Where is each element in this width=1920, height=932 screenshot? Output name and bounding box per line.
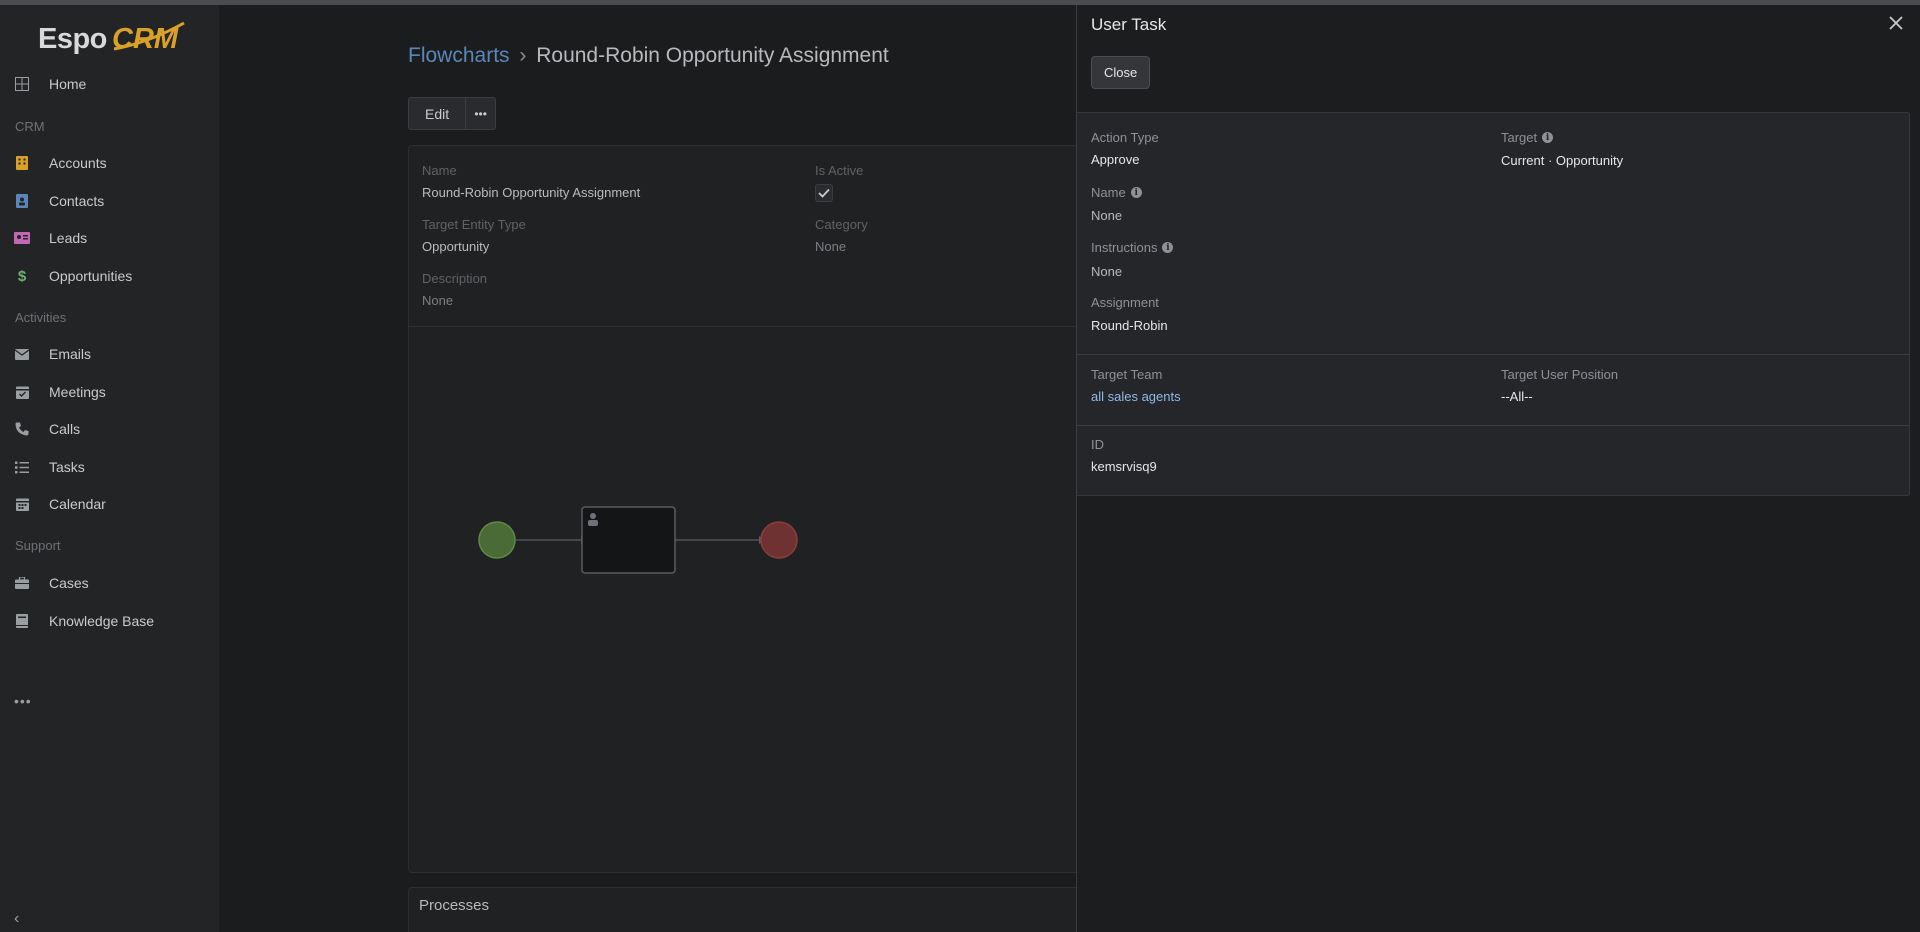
sidebar-item-label: Accounts [49, 155, 107, 171]
sidebar-item-label: Calendar [49, 496, 106, 512]
sidebar-item-label: Knowledge Base [49, 613, 155, 629]
sidebar-item-knowledge-base[interactable]: Knowledge Base [0, 606, 219, 636]
field-label-instructions: Instructions i [1091, 240, 1174, 255]
sidebar-item-label: Meetings [49, 384, 106, 400]
sidebar-more-icon[interactable]: ••• [14, 693, 32, 709]
contact-card-icon [14, 193, 30, 209]
field-value-target: Current · Opportunity [1501, 153, 1624, 168]
start-event[interactable] [478, 521, 516, 559]
envelope-icon [14, 346, 30, 362]
calendar-icon [14, 496, 30, 512]
field-label-action-type: Action Type [1091, 130, 1159, 145]
field-label-id: ID [1091, 437, 1104, 452]
sidebar-item-label: Contacts [49, 193, 105, 209]
sidebar-collapse-chevron-icon[interactable]: ‹ [14, 910, 19, 928]
divider [1077, 354, 1909, 355]
sidebar-item-label: Home [49, 76, 87, 92]
breadcrumb-link-flowcharts[interactable]: Flowcharts [408, 44, 510, 67]
record-actions: Edit ••• [408, 97, 497, 130]
field-label-target-team: Target Team [1091, 367, 1162, 382]
grid-icon [14, 76, 30, 92]
field-label-target-user-position: Target User Position [1501, 367, 1618, 382]
user-task-node[interactable] [581, 506, 676, 574]
field-label-assignment: Assignment [1091, 295, 1159, 310]
sidebar-item-leads[interactable]: Leads [0, 223, 219, 253]
sidebar-item-label: Cases [49, 575, 89, 591]
user-task-side-panel: User Task Close Action Type Approve Targ… [1076, 5, 1920, 932]
label-text: ID [1091, 437, 1104, 452]
label-text: Action Type [1091, 130, 1159, 145]
field-value-assignment: Round-Robin [1091, 318, 1168, 333]
logo-text-espo: Espo [38, 23, 107, 55]
user-task-details-card: Action Type Approve Target i Current · Op… [1077, 112, 1910, 496]
field-value-action-type: Approve [1091, 152, 1140, 167]
breadcrumb: Flowcharts › Round-Robin Opportunity Ass… [408, 44, 889, 68]
field-value-name: None [1091, 208, 1123, 223]
processes-panel: Processes [408, 887, 1088, 932]
sidebar-item-label: Tasks [49, 459, 85, 475]
sidebar-item-label: Calls [49, 421, 81, 437]
logo-swoosh-icon [113, 21, 185, 51]
close-button[interactable]: Close [1091, 56, 1151, 89]
end-event[interactable] [760, 521, 798, 559]
more-actions-button[interactable]: ••• [466, 97, 497, 130]
book-icon [14, 613, 30, 629]
calendar-check-icon [14, 384, 30, 400]
label-text: Target [1501, 130, 1538, 145]
sidebar-item-emails[interactable]: Emails [0, 339, 219, 369]
label-text: Instructions [1091, 240, 1158, 255]
briefcase-icon [14, 575, 30, 591]
sidebar-item-tasks[interactable]: Tasks [0, 452, 219, 482]
sidebar-section-activities: Activities [15, 310, 67, 325]
sidebar-item-opportunities[interactable]: $ Opportunities [0, 261, 219, 291]
sidebar-item-home[interactable]: Home [0, 69, 219, 99]
sidebar-item-accounts[interactable]: Accounts [0, 148, 219, 178]
sidebar-section-crm: CRM [15, 119, 45, 134]
sidebar-item-contacts[interactable]: Contacts [0, 186, 219, 216]
sidebar-item-calendar[interactable]: Calendar [0, 489, 219, 519]
building-icon [14, 155, 30, 171]
field-value-id: kemsrvisq9 [1091, 459, 1157, 474]
target-team-link[interactable]: all sales agents [1091, 389, 1181, 404]
info-icon[interactable]: i [1542, 132, 1554, 143]
label-text: Target Team [1091, 367, 1163, 382]
logo[interactable]: Espo CRM [38, 19, 188, 59]
label-text: Target User Position [1501, 367, 1619, 382]
side-panel-title: User Task [1091, 15, 1167, 34]
flowchart-diagram[interactable] [409, 146, 1089, 874]
sidebar-item-meetings[interactable]: Meetings [0, 377, 219, 407]
divider [1077, 425, 1909, 426]
phone-icon [14, 421, 30, 437]
label-text: Assignment [1091, 295, 1159, 310]
sidebar-item-label: Leads [49, 230, 88, 246]
close-icon[interactable] [1886, 13, 1906, 33]
sidebar-item-label: Emails [49, 346, 92, 362]
field-value-instructions: None [1091, 264, 1123, 279]
list-check-icon [14, 459, 30, 475]
field-label-name: Name i [1091, 185, 1142, 200]
field-label-target: Target i [1501, 130, 1554, 145]
sidebar-item-label: Opportunities [49, 268, 133, 284]
label-text: Name [1091, 185, 1126, 200]
info-icon[interactable]: i [1130, 187, 1142, 198]
dollar-icon: $ [17, 267, 27, 285]
breadcrumb-separator: › [519, 44, 527, 67]
sidebar-item-cases[interactable]: Cases [0, 568, 219, 598]
field-value-target-user-position: --All-- [1501, 389, 1533, 404]
edit-button[interactable]: Edit [408, 97, 467, 130]
processes-title: Processes [419, 897, 490, 914]
info-icon[interactable]: i [1162, 242, 1174, 253]
page-title: Round-Robin Opportunity Assignment [536, 44, 889, 67]
sidebar: Espo CRM Home CRM Accounts Contacts Lead… [0, 5, 219, 932]
sidebar-section-support: Support [15, 538, 61, 553]
id-card-icon [14, 230, 30, 246]
sidebar-item-calls[interactable]: Calls [0, 414, 219, 444]
record-detail-panel: Name Round-Robin Opportunity Assignment … [408, 145, 1088, 873]
